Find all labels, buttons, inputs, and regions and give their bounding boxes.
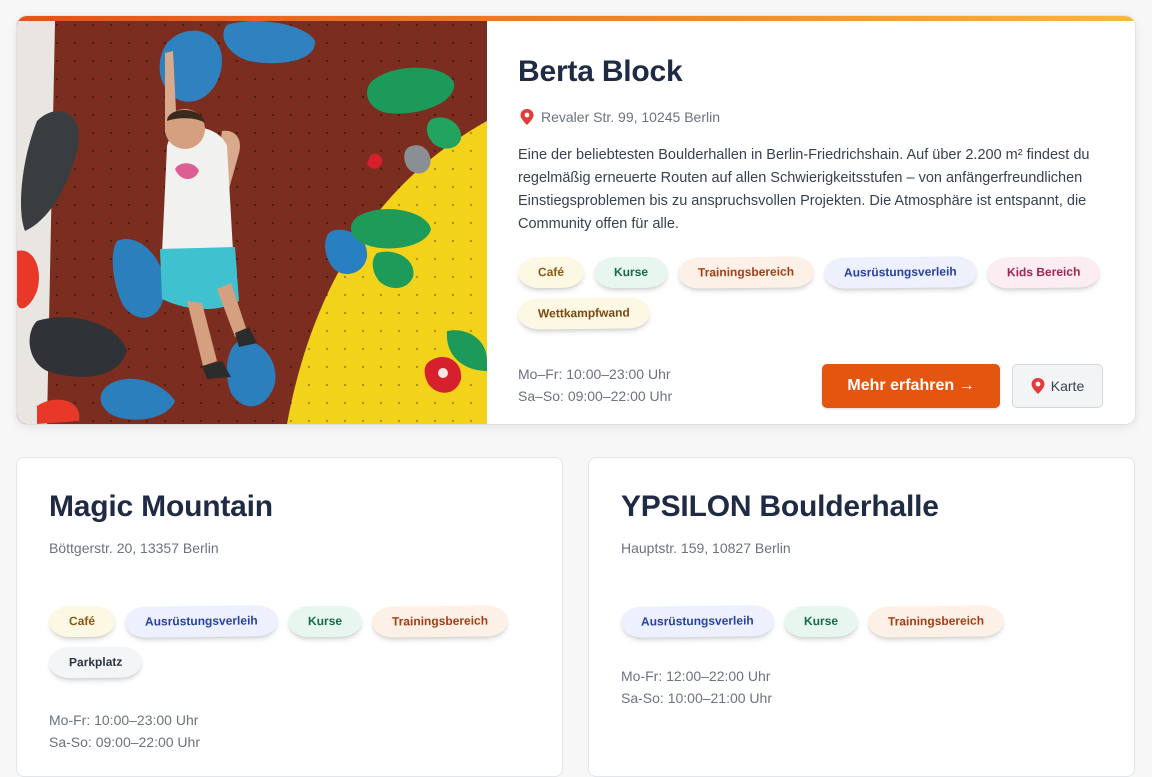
tag-wettkampfwand: Wettkampfwand: [517, 297, 650, 330]
map-pin-icon: [1031, 378, 1045, 394]
tag-ausruestungsverleih: Ausrüstungsverleih: [823, 256, 977, 289]
tag-kurse: Kurse: [783, 605, 858, 638]
karte-button[interactable]: Karte: [1012, 364, 1103, 408]
tag-kids-bereich: Kids Bereich: [986, 256, 1101, 289]
tag-parkplatz: Parkplatz: [48, 646, 143, 679]
gym-address: Böttgerstr. 20, 13357 Berlin: [49, 540, 219, 556]
gym-description: Eine der beliebtesten Boulderhallen in B…: [518, 147, 1090, 232]
featured-gym-details: Berta Block Revaler Str. 99, 10245 Berli…: [517, 21, 1103, 424]
gym-card-ypsilon[interactable]: YPSILON Boulderhalle Hauptstr. 159, 1082…: [588, 457, 1135, 777]
hours-weekdays: Mo-Fr: 10:00–23:00 Uhr: [49, 712, 199, 728]
gym-name: Berta Block: [518, 55, 683, 88]
gym-address: Revaler Str. 99, 10245 Berlin: [520, 109, 720, 125]
amenity-tags: Ausrüstungsverleih Kurse Trainingsbereic…: [620, 605, 1111, 638]
tag-trainingsbereich: Trainingsbereich: [677, 256, 815, 289]
amenity-tags: Café Kurse Trainingsbereich Ausrüstungsv…: [517, 256, 1108, 330]
hours-weekend: Sa–So: 09:00–22:00 Uhr: [518, 388, 673, 404]
tag-trainingsbereich: Trainingsbereich: [867, 605, 1004, 638]
hours-weekend: Sa-So: 09:00–22:00 Uhr: [49, 734, 200, 750]
gym-name: Magic Mountain: [49, 490, 273, 523]
climber-photo: [17, 21, 487, 424]
tag-cafe: Café: [48, 605, 116, 638]
gym-card-magic-mountain[interactable]: Magic Mountain Böttgerstr. 20, 13357 Ber…: [16, 457, 563, 777]
hours-weekend: Sa-So: 10:00–21:00 Uhr: [621, 690, 772, 706]
hours-weekdays: Mo-Fr: 12:00–22:00 Uhr: [621, 668, 771, 684]
featured-gym-card: Berta Block Revaler Str. 99, 10245 Berli…: [17, 16, 1135, 424]
tag-kurse: Kurse: [593, 256, 669, 289]
gym-address-text: Revaler Str. 99, 10245 Berlin: [541, 109, 720, 125]
karte-button-label: Karte: [1050, 378, 1085, 394]
tag-ausruestungsverleih: Ausrüstungsverleih: [124, 605, 278, 638]
tag-kurse: Kurse: [287, 605, 362, 638]
hours-weekdays: Mo–Fr: 10:00–23:00 Uhr: [518, 366, 671, 382]
map-pin-icon: [520, 109, 534, 125]
gym-name: YPSILON Boulderhalle: [621, 490, 939, 523]
opening-hours: Mo-Fr: 10:00–23:00 Uhr Sa-So: 09:00–22:0…: [49, 709, 200, 753]
opening-hours: Mo-Fr: 12:00–22:00 Uhr Sa-So: 10:00–21:0…: [621, 665, 772, 709]
amenity-tags: Café Ausrüstungsverleih Kurse Trainingsb…: [48, 605, 539, 679]
mehr-erfahren-button[interactable]: Mehr erfahren →: [822, 364, 1000, 408]
opening-hours: Mo–Fr: 10:00–23:00 Uhr Sa–So: 09:00–22:0…: [518, 363, 672, 407]
tag-cafe: Café: [517, 256, 585, 289]
gym-address: Hauptstr. 159, 10827 Berlin: [621, 540, 791, 556]
tag-ausruestungsverleih: Ausrüstungsverleih: [620, 605, 774, 638]
tag-trainingsbereich: Trainingsbereich: [371, 605, 508, 638]
